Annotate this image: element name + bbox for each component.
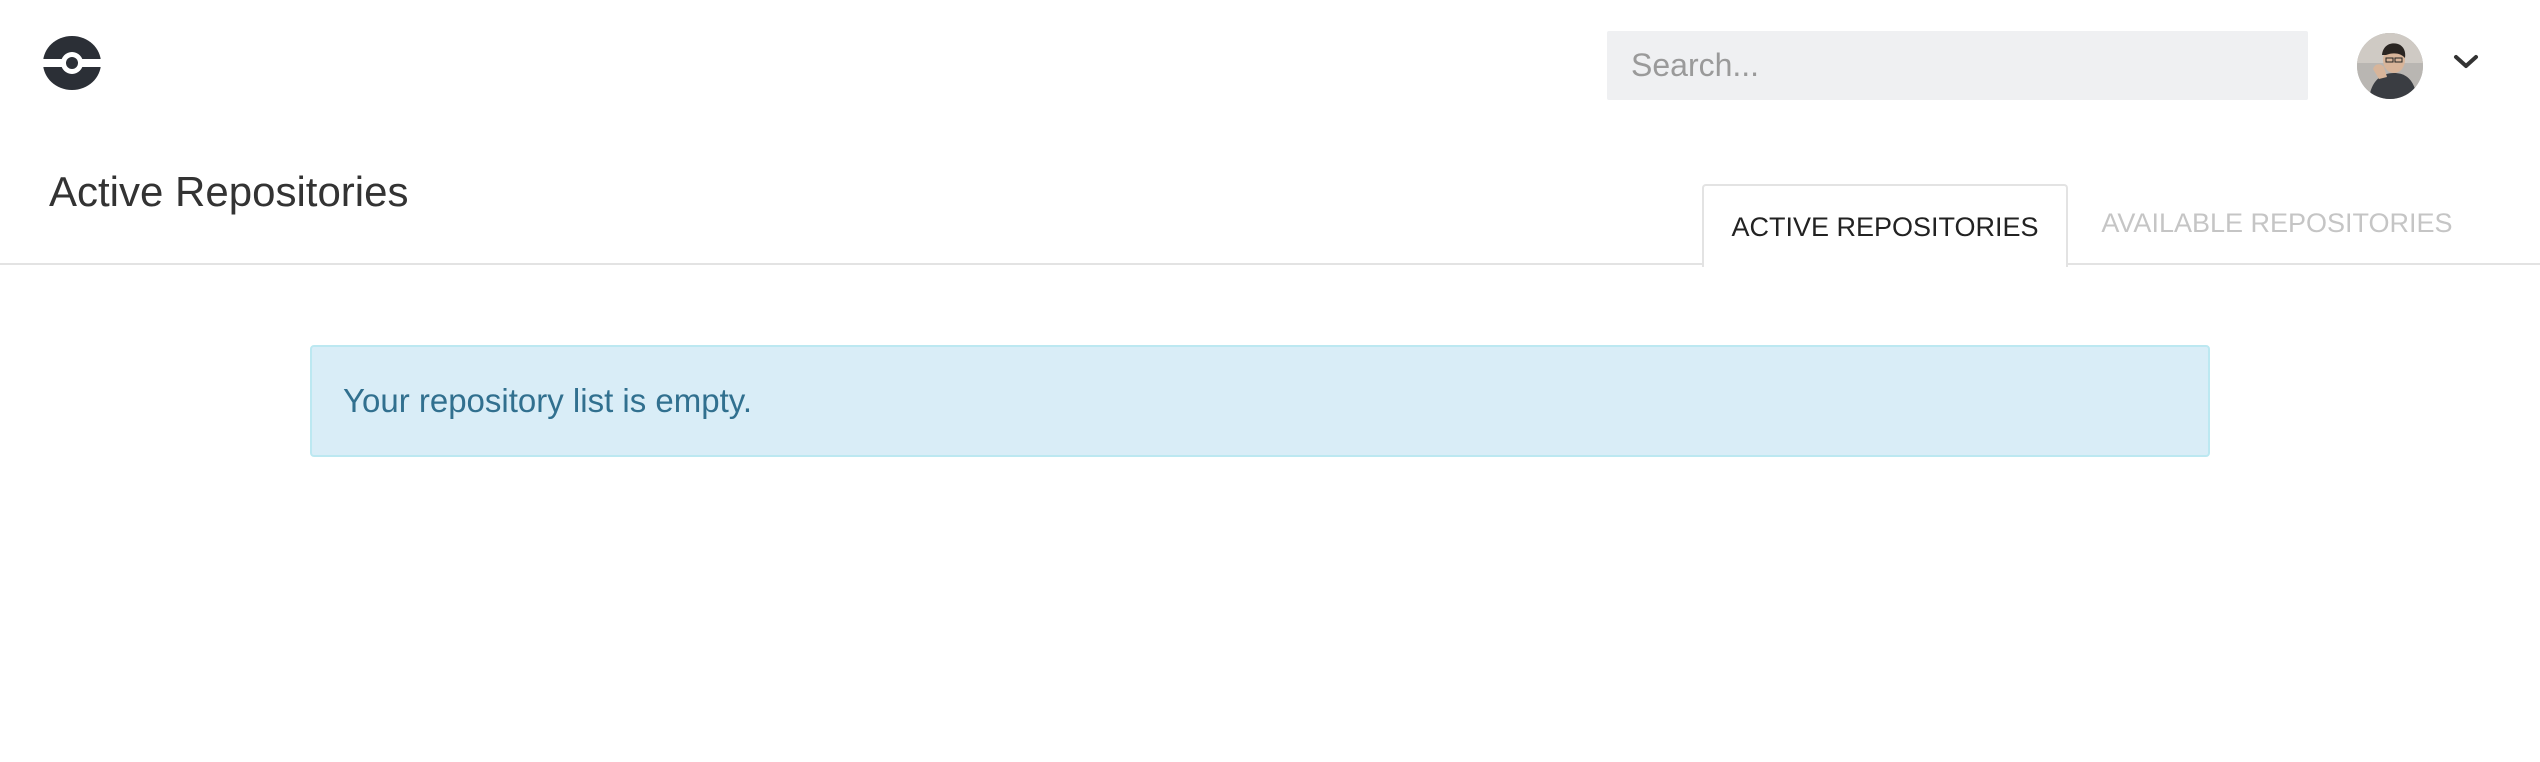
drone-logo-icon[interactable] [42,35,102,91]
empty-list-alert: Your repository list is empty. [310,345,2210,457]
tab-active-repositories[interactable]: ACTIVE REPOSITORIES [1702,184,2068,267]
user-avatar[interactable] [2357,33,2423,99]
tab-available-repositories[interactable]: AVAILABLE REPOSITORIES [2082,182,2472,264]
alert-message: Your repository list is empty. [343,382,752,419]
top-navbar [0,0,2540,130]
page-header: Active Repositories ACTIVE REPOSITORIES … [0,150,2540,267]
search-input[interactable] [1607,31,2308,100]
page-title: Active Repositories [49,168,409,215]
user-menu-toggle[interactable] [2448,42,2484,82]
chevron-down-icon [2454,55,2478,68]
